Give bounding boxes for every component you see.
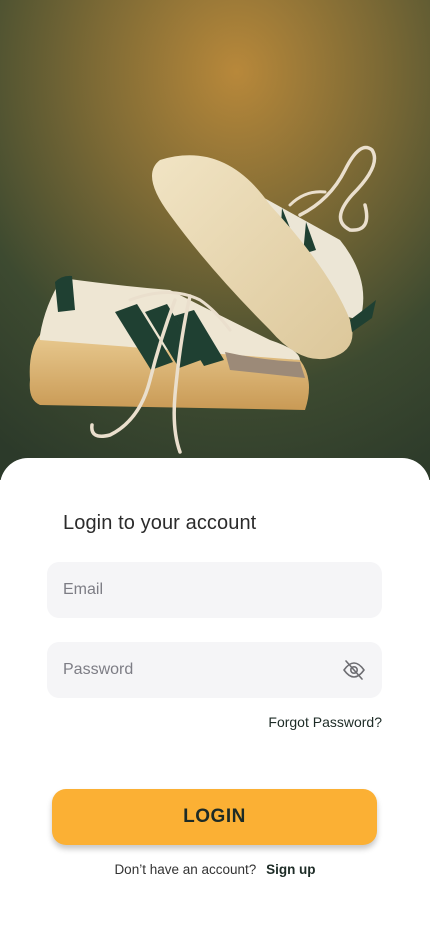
signup-row: Don’t have an account? Sign up xyxy=(0,862,430,877)
password-input[interactable] xyxy=(63,642,333,698)
signup-link[interactable]: Sign up xyxy=(266,862,316,877)
email-input[interactable] xyxy=(63,562,333,618)
login-screen: Login to your account Forgot Password? L… xyxy=(0,0,430,932)
password-field[interactable] xyxy=(47,642,382,698)
email-field[interactable] xyxy=(47,562,382,618)
login-button[interactable]: LOGIN xyxy=(52,789,377,845)
eye-off-icon[interactable] xyxy=(342,659,366,681)
forgot-password-link[interactable]: Forgot Password? xyxy=(268,714,382,730)
signup-prompt: Don’t have an account? xyxy=(114,862,257,877)
hero-sneakers-image xyxy=(0,0,430,480)
login-sheet: Login to your account Forgot Password? L… xyxy=(0,458,430,932)
page-title: Login to your account xyxy=(63,512,257,534)
